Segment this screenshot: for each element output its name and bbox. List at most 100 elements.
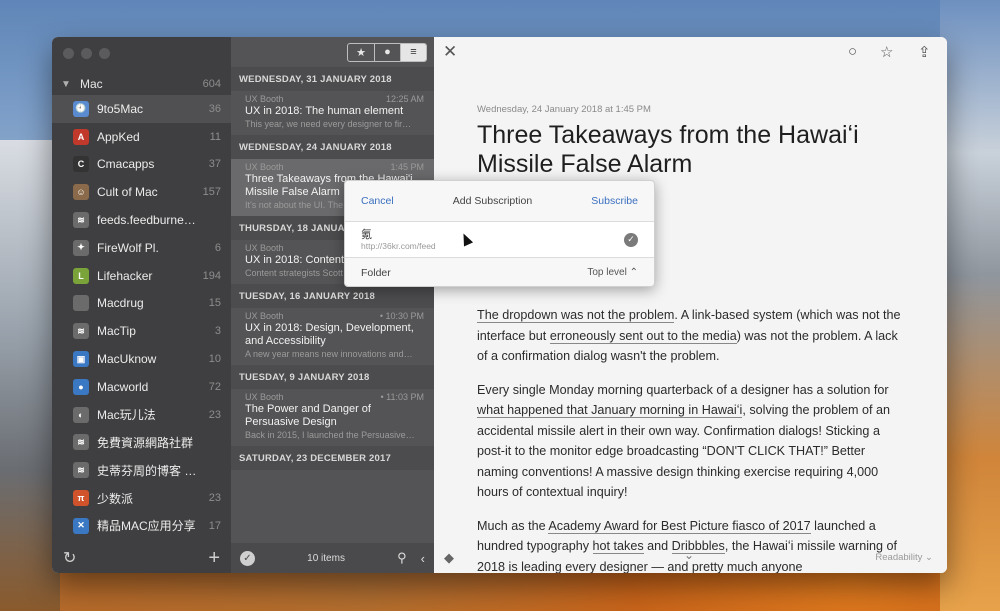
share-icon[interactable]: ⇪ — [918, 43, 931, 61]
sidebar-feed-item[interactable]: ≋ 史蒂芬周的博客 » Feed… — [52, 456, 231, 484]
tag-icon[interactable]: ◆ — [444, 550, 454, 566]
cmacapps-icon: C — [73, 156, 89, 173]
article-paragraph-1: The dropdown was not the problem. A link… — [477, 305, 907, 367]
mark-all-read-icon[interactable]: ✓ — [240, 550, 255, 566]
feed-name: MacTip — [97, 324, 136, 339]
sidebar-feed-item[interactable]: A AppKed 11 — [52, 123, 231, 151]
mac-wanerfa-icon: ◐ — [73, 406, 89, 423]
feed-option[interactable]: 氪 http://36kr.com/feed ✓ — [345, 222, 654, 258]
feed-name: Mac玩儿法 — [97, 408, 156, 423]
sidebar-feed-item[interactable]: Macdrug 15 — [52, 290, 231, 318]
article-link[interactable]: Academy Award for Best Picture fiasco of… — [548, 518, 811, 534]
mark-unread-icon[interactable]: ○ — [848, 43, 857, 60]
lifehacker-icon: L — [73, 267, 89, 284]
all-filter-icon[interactable]: ≡ — [400, 43, 426, 61]
sidebar-feed-item[interactable]: 🕘 9to5Mac 36 — [52, 95, 231, 123]
chevron-down-icon[interactable]: ⌄ — [684, 548, 694, 562]
sidebar-feed-item[interactable]: L Lifehacker 194 — [52, 262, 231, 290]
readability-label: Readability — [875, 552, 923, 563]
minimize-window-button[interactable] — [81, 48, 92, 59]
feed-count: 72 — [208, 380, 221, 393]
date-header: WEDNESDAY, 24 JANUARY 2018 — [231, 135, 434, 159]
article-item[interactable]: UX Booth 12:25 AM UX in 2018: The human el… — [231, 91, 434, 135]
feed-count: 194 — [202, 269, 221, 282]
article-excerpt: A new year means new innovations and… — [245, 349, 413, 359]
sidebar-feed-item[interactable]: ◐ Mac玩儿法 23 — [52, 401, 231, 429]
sidebar-feed-item[interactable]: ● Macworld 72 — [52, 373, 231, 401]
close-window-button[interactable] — [63, 48, 74, 59]
article-link[interactable]: The dropdown was not the problem — [477, 308, 675, 323]
article-excerpt: Back in 2015, I launched the Persuasive… — [245, 430, 415, 440]
article-source: UX Booth — [245, 94, 284, 104]
feed-count: 6 — [214, 241, 221, 254]
sidebar: ▼ Mac 604 🕘 9to5Mac 36 A AppKed 11 C Cmacapps 37… — [52, 37, 231, 573]
feed-count: 17 — [208, 519, 221, 532]
article-source: UX Booth — [245, 392, 284, 402]
unread-filter-icon[interactable]: ● — [374, 43, 400, 61]
star-icon[interactable]: ☆ — [880, 43, 893, 61]
folder-mac[interactable]: ▼ Mac 604 — [52, 73, 231, 95]
reader-pane: ✕ ○ ☆ ⇪ Wednesday, 24 January 2018 at 1:… — [434, 37, 947, 573]
date-header: SATURDAY, 23 DECEMBER 2017 — [231, 446, 434, 470]
sidebar-feed-item[interactable]: π 少数派 23 — [52, 484, 231, 512]
feed-count: 37 — [208, 158, 221, 171]
feed-list: 🕘 9to5Mac 36 A AppKed 11 C Cmacapps 37 ☺ Cult of M… — [52, 95, 231, 540]
sidebar-feed-item[interactable]: ▣ MacUknow 10 — [52, 345, 231, 373]
zoom-window-button[interactable] — [99, 48, 110, 59]
folder-row: Folder Top level ⌃ — [345, 258, 654, 286]
article-source: UX Booth — [245, 162, 284, 172]
article-list-footer: ✓ 10 items ⚲ ‹ — [231, 543, 434, 573]
article-time: 12:25 AM — [385, 94, 424, 104]
app-window: ▼ Mac 604 🕘 9to5Mac 36 A AppKed 11 C Cmacapps 37… — [52, 37, 947, 573]
sidebar-toolbar: ↻ + — [52, 543, 231, 573]
feed-name: MacUknow — [97, 352, 157, 367]
readability-button[interactable]: Readability ⌄ — [875, 552, 933, 563]
article-time: • 10:30 PM — [379, 311, 424, 321]
cult-of-mac-icon: ☺ — [73, 184, 89, 201]
refresh-icon[interactable]: ↻ — [63, 548, 76, 568]
macdrug-icon — [73, 295, 89, 312]
article-link[interactable]: erroneously sent out to the media — [549, 328, 737, 344]
feed-name: 9to5Mac — [97, 101, 144, 116]
starred-filter-icon[interactable]: ★ — [348, 44, 374, 61]
article-item[interactable]: UX Booth • 10:30 PM UX in 2018: Design, De… — [231, 308, 434, 365]
article-source: UX Booth — [245, 243, 284, 253]
chevron-left-icon[interactable]: ‹ — [421, 551, 425, 566]
search-icon[interactable]: ⚲ — [397, 550, 407, 566]
checkmark-icon[interactable]: ✓ — [624, 232, 638, 247]
feed-name: Cult of Mac — [97, 185, 158, 200]
sidebar-feed-item[interactable]: ≋ MacTip 3 — [52, 317, 231, 345]
feed-name: Macdrug — [97, 296, 144, 311]
cancel-button[interactable]: Cancel — [361, 195, 394, 207]
feed-count: 11 — [209, 130, 221, 143]
sidebar-feed-item[interactable]: ✦ FireWolf Pl. 6 — [52, 234, 231, 262]
feed-name: Macworld — [97, 379, 149, 394]
sidebar-feed-item[interactable]: ≋ 免費資源網路社群 — [52, 429, 231, 457]
sidebar-feed-item[interactable]: C Cmacapps 37 — [52, 151, 231, 179]
feed-name: feeds.feedburner.com — [97, 213, 197, 228]
sidebar-feed-item[interactable]: ≋ feeds.feedburner.com — [52, 206, 231, 234]
feed-count: 10 — [208, 353, 221, 366]
article-item-title: The Power and Danger of Persuasive Desig… — [245, 403, 371, 428]
article-item[interactable]: UX Booth • 11:03 PM The Power and Danger o… — [231, 389, 434, 446]
feed-count: 23 — [208, 408, 221, 421]
9to5mac-icon: 🕘 — [73, 100, 89, 117]
paragraph-text: Every single Monday morning quarterback … — [477, 382, 889, 397]
chevron-down-icon[interactable]: ▼ — [52, 79, 80, 90]
rss-icon: ≋ — [73, 212, 89, 229]
subscribe-button[interactable]: Subscribe — [591, 195, 638, 207]
article-content: Wednesday, 24 January 2018 at 1:45 PM Th… — [477, 104, 907, 573]
folder-select[interactable]: Top level ⌃ — [587, 267, 638, 278]
article-link[interactable]: what happened that January morning in Ha… — [477, 403, 743, 418]
xclient-icon: ✕ — [73, 517, 89, 534]
sidebar-feed-item[interactable]: ✕ 精品MAC应用分享 17 — [52, 512, 231, 540]
appked-icon: A — [73, 128, 89, 145]
feed-name: 氪 — [361, 228, 372, 241]
feed-name: 免費資源網路社群 — [97, 435, 194, 450]
reader-toolbar: ✕ ○ ☆ ⇪ — [434, 37, 947, 67]
close-icon[interactable]: ✕ — [443, 42, 457, 62]
add-icon[interactable]: + — [208, 547, 220, 570]
article-item-title: UX in 2018: The human element — [245, 105, 404, 117]
reader-footer: ◆ ⌄ Readability ⌄ — [434, 543, 947, 573]
sidebar-feed-item[interactable]: ☺ Cult of Mac 157 — [52, 178, 231, 206]
